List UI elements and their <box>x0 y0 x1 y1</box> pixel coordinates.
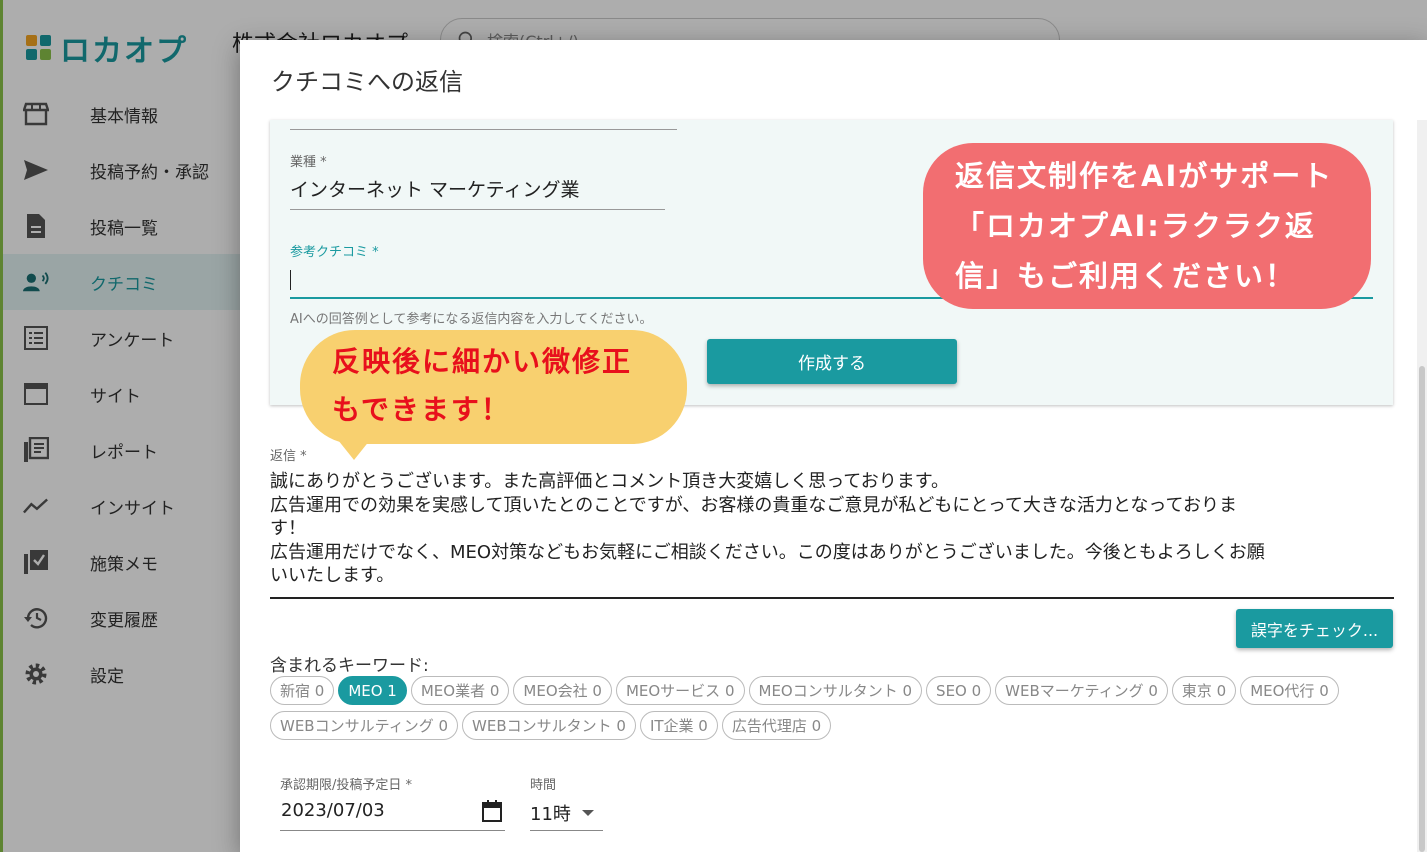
keyword-chip[interactable]: MEO代行 0 <box>1240 676 1339 705</box>
calendar-icon[interactable] <box>482 800 502 822</box>
keyword-chip[interactable]: WEBコンサルタント 0 <box>462 711 636 740</box>
reply-line: 誠にありがとうございます。また高評価とコメント頂き大変嬉しく思っております。 <box>270 471 949 492</box>
typo-check-button[interactable]: 誤字をチェック... <box>1236 609 1393 648</box>
time-label: 時間 <box>530 778 557 793</box>
previous-field-underline <box>290 129 677 130</box>
date-underline <box>280 830 505 831</box>
keyword-chip[interactable]: IT企業 0 <box>639 711 718 740</box>
keyword-chip[interactable]: MEO会社 0 <box>513 676 612 705</box>
reference-review-hint: AIへの回答例として参考になる返信内容を入力してください。 <box>290 312 653 327</box>
edit-after-apply-callout: 反映後に細かい微修正 もできます！ <box>300 330 687 444</box>
date-input[interactable]: 2023/07/03 <box>281 800 385 821</box>
callout-line: 返信文制作をAIがサポート <box>955 159 1334 193</box>
callout-line: 「ロカオプAI:ラクラク返 <box>955 209 1316 243</box>
keyword-chip[interactable]: 東京 0 <box>1171 676 1237 705</box>
scrollbar[interactable] <box>1417 120 1427 852</box>
keyword-chip[interactable]: MEOコンサルタント 0 <box>748 676 923 705</box>
callout-line: 信」もご利用ください！ <box>955 259 1297 293</box>
reply-line: 広告運用だけでなく、MEO対策などもお気軽にご相談ください。この度はありがとうご… <box>270 541 1265 563</box>
reply-line: 広告運用での効果を実感して頂いたとのことですが、お客様の貴重なご意見が私どもにと… <box>270 494 1237 516</box>
keyword-chip[interactable]: SEO 0 <box>926 676 992 705</box>
industry-field[interactable]: インターネット マーケティング業 <box>290 175 580 202</box>
reply-line: す！ <box>270 518 306 539</box>
ai-support-callout: 返信文制作をAIがサポート 「ロカオプAI:ラクラク返 信」もご利用ください！ <box>923 143 1371 309</box>
time-select[interactable]: 11時 <box>530 800 571 826</box>
date-label: 承認期限/投稿予定日 * <box>280 778 413 793</box>
reply-line: いいたします。 <box>270 565 395 586</box>
callout-tail <box>338 440 370 460</box>
callout-line: 反映後に細かい微修正 <box>332 345 633 378</box>
keywords-label: 含まれるキーワード: <box>270 656 429 676</box>
time-underline <box>530 830 603 831</box>
dialog-title: クチコミへの返信 <box>271 68 463 96</box>
keyword-chip[interactable]: WEBコンサルティング 0 <box>270 711 459 740</box>
keyword-chip[interactable]: 広告代理店 0 <box>721 711 832 740</box>
reply-textarea[interactable]: 誠にありがとうございます。また高評価とコメント頂き大変嬉しく思っております。 広… <box>270 470 1390 588</box>
keyword-chip[interactable]: 新宿 0 <box>270 676 335 705</box>
keyword-chips: 新宿 0 MEO 1 MEO業者 0 MEO会社 0 MEOサービス 0 MEO… <box>270 676 1370 740</box>
keyword-chip-selected[interactable]: MEO 1 <box>338 676 407 705</box>
keyword-chip[interactable]: MEO業者 0 <box>410 676 510 705</box>
text-cursor <box>290 270 291 290</box>
reference-review-label: 参考クチコミ * <box>290 245 379 260</box>
industry-label: 業種 * <box>290 155 327 170</box>
callout-line: もできます！ <box>332 393 511 426</box>
keyword-chip[interactable]: WEBマーケティング 0 <box>995 676 1168 705</box>
chevron-down-icon[interactable] <box>582 810 594 816</box>
keyword-chip[interactable]: MEOサービス 0 <box>615 676 745 705</box>
industry-underline <box>290 209 665 210</box>
reply-label: 返信 * <box>270 449 307 464</box>
scrollbar-thumb[interactable] <box>1419 366 1425 852</box>
reply-underline <box>270 597 1394 599</box>
create-button[interactable]: 作成する <box>707 339 957 384</box>
